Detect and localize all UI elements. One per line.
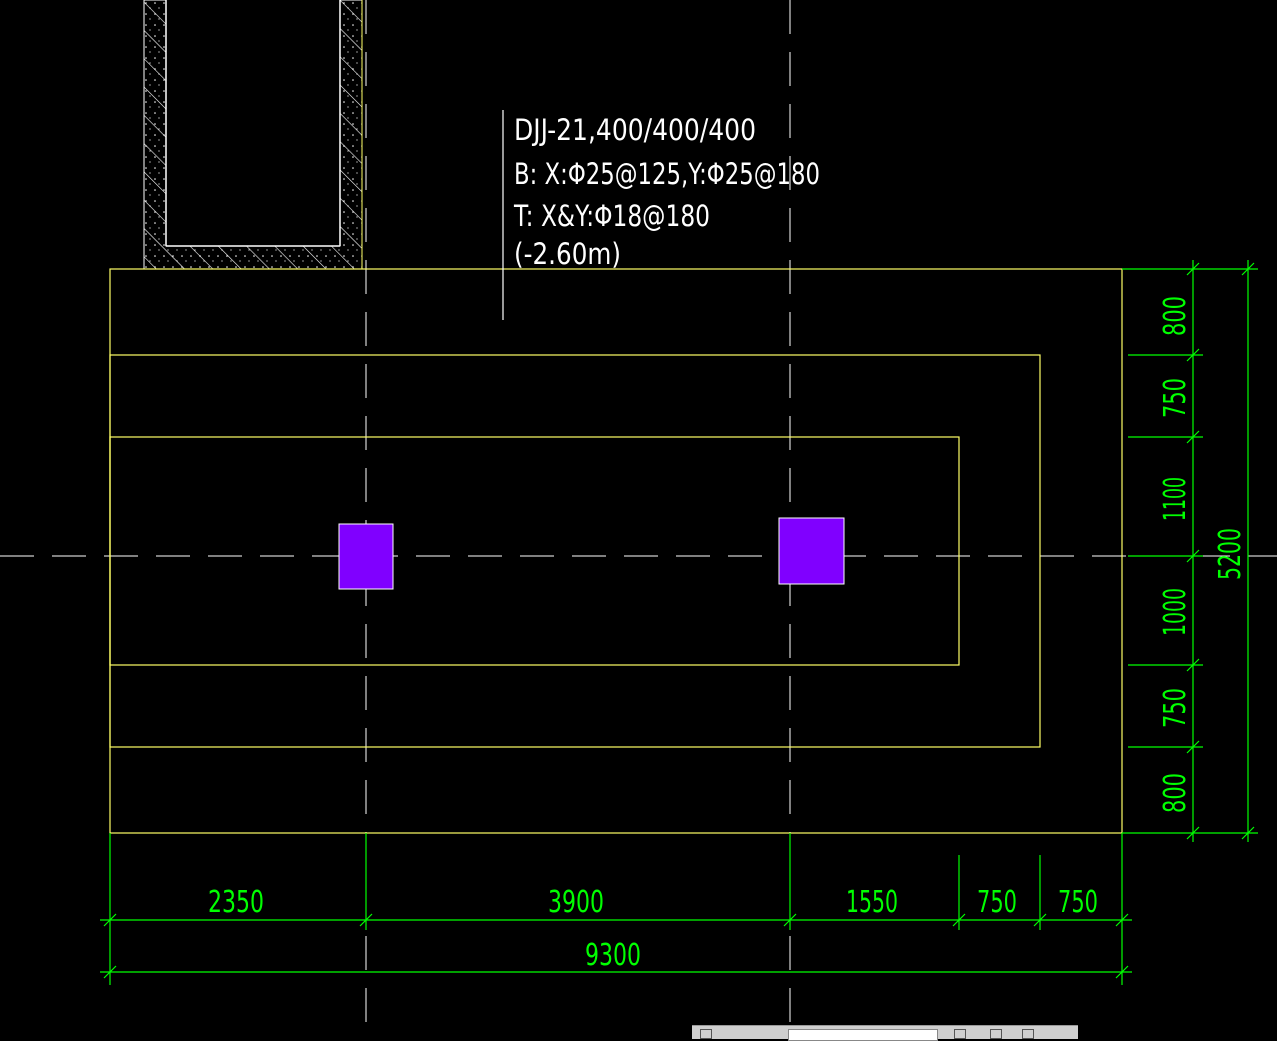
annotation-line-1: DJJ-21,400/400/400: [514, 113, 756, 147]
columns: [338, 517, 845, 590]
dim-3900: 3900: [548, 885, 604, 920]
footing-step-1: [109, 268, 1123, 834]
dim-800-top: 800: [1158, 296, 1193, 336]
dim-1000: 1000: [1158, 588, 1193, 636]
dim-2350: 2350: [208, 885, 264, 920]
dim-total-5200: 5200: [1213, 528, 1248, 580]
dim-750-lower: 750: [1158, 688, 1193, 728]
drawing-canvas[interactable]: DJJ-21,400/400/400 B: X:Φ25@125,Y:Φ25@18…: [0, 0, 1277, 1038]
dim-750-b: 750: [1058, 885, 1098, 920]
dim-1550: 1550: [846, 885, 898, 920]
wall-section: [143, 0, 363, 270]
hatched-wall: [143, 0, 363, 270]
column-right[interactable]: [778, 517, 845, 585]
status-bar: [692, 1025, 1078, 1041]
status-field[interactable]: [788, 1029, 938, 1041]
vertical-dimension-labels: 800 750 1100 1000 750 800 5200: [1158, 296, 1248, 813]
annotation-line-4: (-2.60m): [514, 237, 621, 271]
annotation-block[interactable]: DJJ-21,400/400/400 B: X:Φ25@125,Y:Φ25@18…: [513, 113, 820, 271]
centerlines: [0, 0, 1277, 1038]
annotation-line-3: T: X&Y:Φ18@180: [513, 199, 710, 233]
dim-800-bottom: 800: [1158, 773, 1193, 813]
dim-750-upper: 750: [1158, 378, 1193, 418]
dim-1100: 1100: [1158, 477, 1193, 521]
horizontal-dimension-labels: 2350 3900 1550 750 750 9300: [208, 885, 1098, 973]
footing-step-2: [109, 354, 1041, 748]
dim-total-9300: 9300: [585, 938, 641, 973]
dim-750-a: 750: [977, 885, 1017, 920]
column-left[interactable]: [338, 523, 394, 590]
footing-outlines: [109, 268, 1123, 834]
annotation-line-2: B: X:Φ25@125,Y:Φ25@180: [514, 157, 820, 191]
